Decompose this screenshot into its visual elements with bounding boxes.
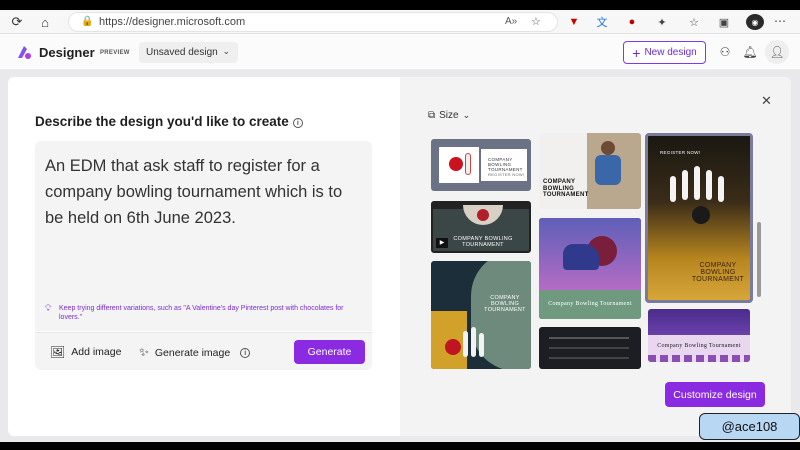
extensions-icon[interactable]: ✦ bbox=[654, 14, 670, 30]
lightbulb-icon: 💡︎ bbox=[45, 303, 52, 313]
sparkle-icon: ✨︎ bbox=[139, 345, 149, 359]
resize-icon: ⧉ bbox=[428, 110, 436, 121]
more-menu-icon[interactable]: ⋯ bbox=[774, 14, 786, 28]
new-design-label: New design bbox=[644, 47, 697, 58]
thumbnail-1-subtitle: REGISTER NOW! bbox=[488, 172, 525, 177]
customize-design-button[interactable]: Customize design bbox=[665, 382, 765, 407]
template-thumbnail-2[interactable]: COMPANY BOWLING TOURNAMENT ▶ bbox=[431, 201, 531, 253]
prompt-text[interactable]: An EDM that ask staff to register for a … bbox=[45, 153, 365, 231]
dialog-heading: Describe the design you'd like to create… bbox=[35, 114, 303, 129]
address-bar[interactable]: 🔒 https://designer.microsoft.com A» ☆ bbox=[68, 12, 558, 32]
close-icon[interactable]: ✕ bbox=[761, 93, 772, 109]
hint-text: Keep trying different variations, such a… bbox=[59, 305, 344, 321]
thumbnail-5-title: Company Bowling Tournament bbox=[548, 301, 632, 307]
add-image-button[interactable]: 🖼︎ Add image bbox=[50, 345, 121, 359]
prompt-actions: 🖼︎ Add image ✨︎ Generate image i Generat… bbox=[35, 332, 372, 370]
template-thumbnail-4[interactable]: COMPANY BOWLING TOURNAMENT bbox=[539, 133, 641, 209]
bottom-black-bar bbox=[0, 442, 800, 450]
top-black-bar bbox=[0, 0, 800, 10]
thumbnail-3-title: COMPANY BOWLING TOURNAMENT bbox=[484, 295, 526, 313]
read-aloud-icon[interactable]: A» bbox=[505, 16, 517, 27]
add-image-label: Add image bbox=[71, 346, 122, 358]
extension-shield-icon[interactable]: ▼ bbox=[566, 14, 582, 30]
thumbnail-1-title: COMPANY BOWLING TOURNAMENT bbox=[488, 157, 523, 172]
size-label: Size bbox=[439, 110, 459, 121]
template-thumbnail-1[interactable]: COMPANY BOWLING TOURNAMENT REGISTER NOW! bbox=[431, 139, 531, 191]
bowling-ball-image bbox=[439, 147, 479, 183]
thumbnail-8-title: Company Bowling Tournament bbox=[657, 343, 741, 349]
create-design-dialog: Describe the design you'd like to create… bbox=[8, 77, 791, 436]
template-thumbnail-5[interactable]: Company Bowling Tournament bbox=[539, 218, 641, 319]
thumbnail-4-title: COMPANY BOWLING TOURNAMENT bbox=[543, 179, 589, 198]
browser-toolbar: ⟳ ⌂ 🔒 https://designer.microsoft.com A» … bbox=[0, 10, 800, 34]
templates-scrollbar[interactable] bbox=[757, 222, 761, 297]
size-dropdown[interactable]: ⧉ Size ⌄ bbox=[428, 110, 470, 121]
thumbnail-7-subtitle: COMPANY BOWLING TOURNAMENT bbox=[691, 262, 745, 283]
share-icon[interactable]: ⚇ bbox=[716, 43, 734, 61]
url-text: https://designer.microsoft.com bbox=[99, 16, 246, 28]
account-avatar[interactable]: 👤︎ bbox=[765, 40, 789, 64]
template-thumbnail-6[interactable] bbox=[539, 327, 641, 369]
app-name: Designer bbox=[39, 45, 95, 60]
template-thumbnail-8[interactable]: Company Bowling Tournament bbox=[648, 309, 750, 362]
designer-logo-icon bbox=[18, 46, 31, 59]
refresh-icon[interactable]: ⟳ bbox=[8, 13, 26, 31]
generate-button[interactable]: Generate bbox=[294, 340, 365, 364]
suggestion-hint: 💡︎ Keep trying different variations, suc… bbox=[45, 304, 365, 322]
document-name: Unsaved design bbox=[146, 47, 218, 58]
chevron-down-icon: ⌄ bbox=[462, 110, 471, 120]
new-design-button[interactable]: + New design bbox=[623, 41, 706, 64]
watermark-label: @ace108 bbox=[699, 413, 800, 440]
plus-icon: + bbox=[632, 44, 641, 61]
template-thumbnail-7-selected[interactable]: REGISTER NOW! COMPANY BOWLING TOURNAMENT bbox=[645, 133, 753, 303]
extension-lastpass-icon[interactable]: ● bbox=[624, 14, 640, 30]
thumbnail-7-title: REGISTER NOW! bbox=[660, 150, 701, 155]
template-thumbnail-3[interactable]: COMPANY BOWLING TOURNAMENT bbox=[431, 261, 531, 369]
lock-icon: 🔒 bbox=[81, 16, 94, 27]
home-icon[interactable]: ⌂ bbox=[36, 13, 54, 31]
chevron-down-icon: ⌄ bbox=[222, 46, 230, 56]
profile-avatar-icon[interactable]: ◉ bbox=[746, 14, 764, 30]
favorite-add-icon[interactable]: ☆ bbox=[531, 15, 541, 28]
prompt-textarea[interactable]: An EDM that ask staff to register for a … bbox=[35, 141, 372, 331]
add-image-icon: 🖼︎ bbox=[50, 345, 66, 359]
video-play-icon: ▶ bbox=[436, 238, 448, 248]
info-icon[interactable]: i bbox=[292, 118, 303, 128]
thumbnail-2-title: COMPANY BOWLING TOURNAMENT bbox=[453, 236, 513, 248]
generate-image-label: Generate image bbox=[154, 346, 231, 359]
document-name-dropdown[interactable]: Unsaved design ⌄ bbox=[139, 42, 238, 63]
generate-image-button[interactable]: ✨︎ Generate image i bbox=[139, 345, 251, 360]
dialog-heading-text: Describe the design you'd like to create bbox=[35, 114, 289, 129]
preview-badge: PREVIEW bbox=[100, 50, 130, 56]
app-header: Designer PREVIEW Unsaved design ⌄ + New … bbox=[0, 34, 800, 70]
favorites-icon[interactable]: ☆ bbox=[686, 14, 702, 30]
notification-bell-icon[interactable]: 🔔︎ bbox=[741, 43, 759, 61]
translate-icon[interactable]: 文 bbox=[594, 14, 610, 30]
collections-icon[interactable]: ▣ bbox=[716, 14, 732, 30]
info-icon[interactable]: i bbox=[240, 347, 251, 358]
